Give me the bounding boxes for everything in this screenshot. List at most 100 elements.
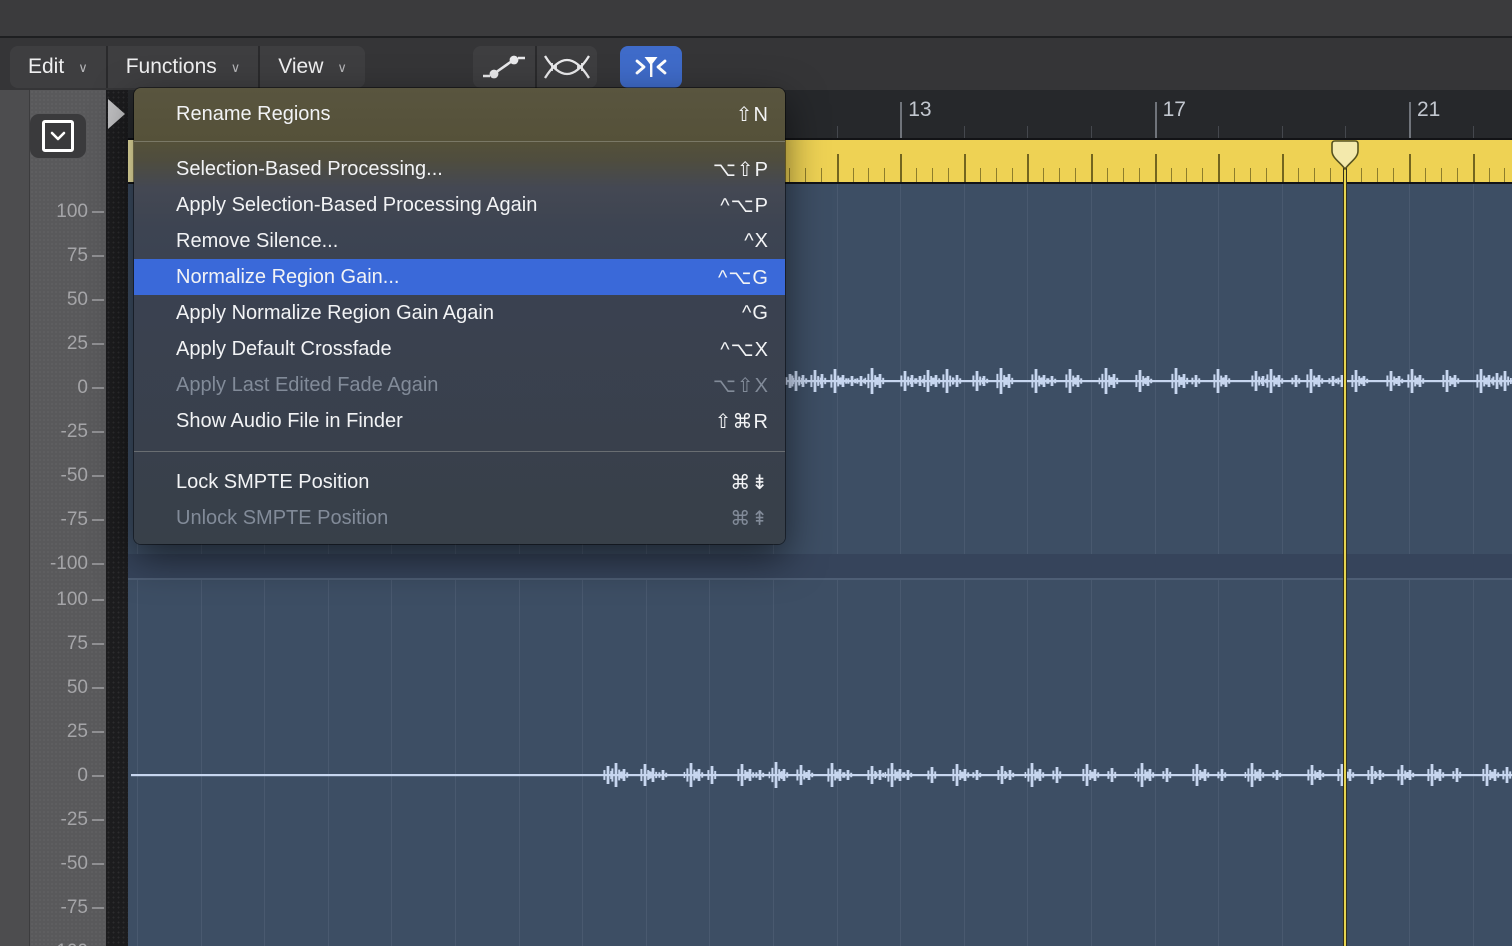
menu-item-shortcut: ⌘⇟ [730,470,769,495]
amplitude-tick [92,343,104,345]
beat-tick [1043,168,1044,182]
amplitude-label-ch1: 25 [67,333,88,355]
menu-item-shortcut: ⌥⇧P [713,157,769,182]
bar-ruler-tick [1345,126,1346,138]
beat-tick [932,168,933,182]
beat-tick [964,154,966,182]
menu-separator [134,451,785,452]
menu-item-shortcut: ^G [742,302,769,325]
menu-item[interactable]: Lock SMPTE Position⌘⇟ [134,464,785,500]
amplitude-label-ch2: -75 [61,897,88,919]
amplitude-tick [92,863,104,865]
menu-item-shortcut: ^X [744,230,769,253]
amplitude-tick [92,563,104,565]
beat-tick [1473,154,1475,182]
menu-item[interactable]: Show Audio File in Finder ⇧⌘R [134,403,785,439]
menu-item[interactable]: Apply Default Crossfade^⌥X [134,331,785,367]
beat-tick [1330,168,1331,182]
bar-ruler-tick [1155,102,1157,138]
amplitude-tick [92,775,104,777]
beat-tick [1139,168,1140,182]
menu-item-shortcut: ⇧⌘R [715,409,769,434]
menu-item[interactable]: Normalize Region Gain...^⌥G [134,259,785,295]
amplitude-label-ch1: -100 [50,553,88,575]
chevron-down-icon: ∨ [337,60,347,76]
functions-menu-label: Functions [126,55,217,79]
bar-number-label: 13 [908,98,931,122]
menu-item[interactable]: Rename Regions⇧N [134,96,785,132]
beat-tick [948,168,949,182]
beat-tick [1171,168,1172,182]
catch-playhead-button[interactable] [620,46,682,88]
bar-ruler-tick [837,126,838,138]
edit-menu-label: Edit [28,55,64,79]
amplitude-label-ch1: -75 [61,509,88,531]
automation-curve-icon [481,52,527,82]
functions-context-menu: Rename Regions⇧N Selection-Based Processi… [134,88,785,544]
beat-tick [1361,168,1362,182]
view-menu-button[interactable]: View ∨ [258,46,365,88]
amplitude-tick [92,299,104,301]
track-disclosure-button[interactable] [30,114,86,158]
tool-icon-group [473,46,597,88]
amplitude-label-ch1: 75 [67,245,88,267]
beat-tick [1409,154,1411,182]
menu-item-label: Selection-Based Processing... [176,158,443,181]
menu-item[interactable]: Remove Silence... ^X [134,223,785,259]
menu-item[interactable]: Selection-Based Processing... ⌥⇧P [134,151,785,187]
catch-playhead-icon [631,52,671,82]
amplitude-tick [92,907,104,909]
amplitude-tick [92,387,104,389]
menu-item-shortcut: ⇧N [736,102,769,127]
menu-item[interactable]: Apply Normalize Region Gain Again^G [134,295,785,331]
vertical-zoom-strip[interactable] [106,90,128,946]
amplitude-tick [92,211,104,213]
beat-tick [1027,154,1029,182]
bar-ruler-tick [1409,102,1411,138]
crossfade-button[interactable] [535,46,597,88]
beat-tick [996,168,997,182]
amplitude-tick [92,731,104,733]
beat-tick [1266,168,1267,182]
beat-tick [916,168,917,182]
beat-tick [980,168,981,182]
bar-ruler-tick [1473,126,1474,138]
left-gutter [0,90,30,946]
audio-track-editor: Edit ∨ Functions ∨ View ∨ [0,0,1512,946]
menu-item: Apply Last Edited Fade Again ⌥⇧X [134,367,785,403]
automation-curve-button[interactable] [473,46,535,88]
playhead-line[interactable] [1343,150,1347,946]
amplitude-label-ch2: 0 [77,765,88,787]
menu-item-label: Unlock SMPTE Position [176,507,388,530]
amplitude-ruler: 1007550250-25-50-75-1001007550250-25-50-… [30,90,106,946]
amplitude-label-ch2: 50 [67,677,88,699]
chevron-down-icon: ∨ [78,60,88,76]
amplitude-label-ch2: 100 [56,589,88,611]
beat-tick [789,168,790,182]
menu-item-shortcut: ⌥⇧X [713,373,769,398]
amplitude-label-ch2: -100 [50,941,88,946]
menu-item-label: Show Audio File in Finder [176,410,403,433]
menu-item[interactable]: Apply Selection-Based Processing Again^⌥… [134,187,785,223]
amplitude-label-ch1: -25 [61,421,88,443]
edit-menu-button[interactable]: Edit ∨ [10,46,106,88]
region-play-triangle-icon[interactable] [108,99,125,129]
bar-number-label: 21 [1417,98,1440,122]
amplitude-tick [92,643,104,645]
menu-separator [134,141,785,142]
amplitude-label-ch2: 25 [67,721,88,743]
amplitude-tick [92,255,104,257]
menu-item-label: Normalize Region Gain... [176,266,399,289]
functions-menu-button[interactable]: Functions ∨ [106,46,259,88]
amplitude-label-ch1: 0 [77,377,88,399]
menu-item-shortcut: ^⌥P [720,193,769,218]
menu-item-label: Remove Silence... [176,230,338,253]
bar-ruler-tick [1027,126,1028,138]
amplitude-tick [92,431,104,433]
disclosure-square-icon [42,120,74,152]
menu-item-label: Apply Last Edited Fade Again [176,374,438,397]
beat-tick [884,168,885,182]
beat-tick [1314,168,1315,182]
amplitude-label-ch2: 75 [67,633,88,655]
playhead-marker[interactable] [1331,140,1359,170]
